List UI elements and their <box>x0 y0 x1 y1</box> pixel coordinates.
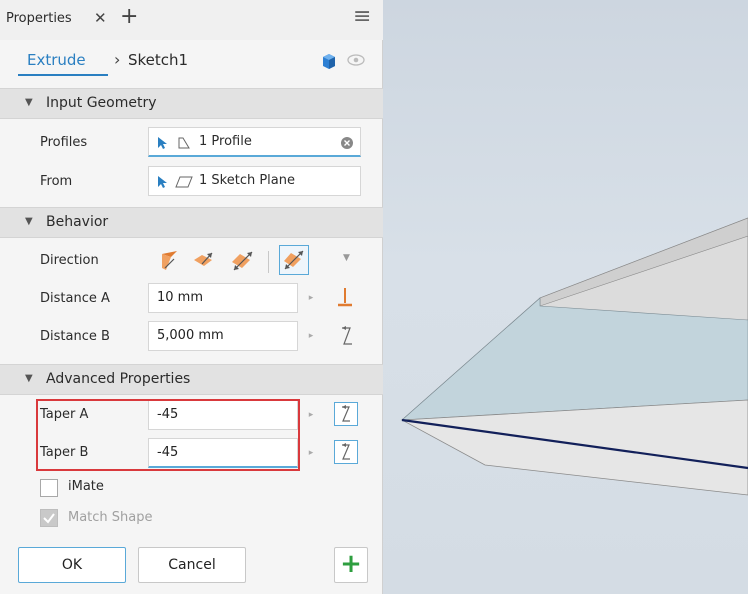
breadcrumb-sketch[interactable]: Sketch1 <box>128 51 188 69</box>
direction-symmetric-button[interactable] <box>228 246 258 276</box>
cancel-button[interactable]: Cancel <box>138 547 246 583</box>
distance-b-stepper[interactable]: ▸ <box>300 321 322 351</box>
panel-header: Properties ✕ + ≡ <box>0 0 383 40</box>
section-title: Advanced Properties <box>46 371 191 387</box>
close-tab-icon[interactable]: ✕ <box>94 9 107 27</box>
profiles-label: Profiles <box>40 135 88 150</box>
select-cursor-icon <box>158 176 167 188</box>
distance-a-value: 10 mm <box>157 290 204 305</box>
imate-checkbox[interactable] <box>40 479 58 497</box>
taper-a-stepper[interactable]: ▸ <box>300 400 322 430</box>
taper-b-stepper[interactable]: ▸ <box>300 438 322 468</box>
direction-divider <box>268 251 269 273</box>
section-advanced-properties[interactable]: ▼ Advanced Properties <box>0 364 383 395</box>
taper-a-flip-button[interactable] <box>334 402 358 426</box>
collapse-triangle-icon: ▼ <box>25 373 33 384</box>
match-shape-checkbox <box>40 509 58 527</box>
menu-icon[interactable]: ≡ <box>353 4 371 29</box>
distance-a-to-face-icon[interactable] <box>335 286 355 310</box>
collapse-triangle-icon: ▼ <box>25 97 33 108</box>
breadcrumb-extrude-link[interactable]: Extrude <box>27 51 86 69</box>
section-input-geometry[interactable]: ▼ Input Geometry <box>0 88 383 119</box>
direction-default-button[interactable] <box>157 246 187 276</box>
visibility-eye-icon[interactable] <box>347 53 365 67</box>
profile-icon <box>178 137 190 149</box>
direction-asymmetric-button[interactable] <box>279 245 309 275</box>
apply-plus-button[interactable]: + <box>334 547 368 583</box>
extrude-preview-geometry <box>400 217 748 496</box>
from-value: 1 Sketch Plane <box>199 173 295 188</box>
select-cursor-icon <box>158 137 167 149</box>
solid-body-icon[interactable] <box>320 52 338 70</box>
clear-selection-icon[interactable] <box>340 136 354 150</box>
breadcrumb-underline <box>18 74 108 76</box>
direction-dropdown-icon[interactable]: ▼ <box>343 253 350 263</box>
model-viewport[interactable] <box>383 0 748 594</box>
distance-a-input[interactable]: 10 mm <box>148 283 298 313</box>
direction-label: Direction <box>40 253 99 268</box>
section-title: Input Geometry <box>46 95 157 111</box>
section-title: Behavior <box>46 214 109 230</box>
breadcrumb-separator: › <box>114 50 121 69</box>
taper-b-flip-button[interactable] <box>334 440 358 464</box>
from-label: From <box>40 174 73 189</box>
from-selector[interactable]: 1 Sketch Plane <box>148 166 361 196</box>
checkmark-icon <box>43 513 55 524</box>
profiles-selector[interactable]: 1 Profile <box>148 127 361 157</box>
imate-label[interactable]: iMate <box>68 479 104 494</box>
collapse-triangle-icon: ▼ <box>25 216 33 227</box>
ok-button[interactable]: OK <box>18 547 126 583</box>
front-face <box>401 297 748 421</box>
breadcrumb: Extrude › Sketch1 <box>0 40 383 84</box>
distance-b-value: 5,000 mm <box>157 328 224 343</box>
section-behavior[interactable]: ▼ Behavior <box>0 207 383 238</box>
distance-b-flip-icon[interactable] <box>336 325 356 347</box>
profiles-value: 1 Profile <box>199 134 252 149</box>
match-shape-label: Match Shape <box>68 510 153 525</box>
distance-b-input[interactable]: 5,000 mm <box>148 321 298 351</box>
distance-b-label: Distance B <box>40 329 110 344</box>
direction-flipped-button[interactable] <box>190 246 220 276</box>
properties-tab-label[interactable]: Properties <box>6 11 72 26</box>
distance-a-label: Distance A <box>40 291 110 306</box>
add-tab-icon[interactable]: + <box>120 4 138 29</box>
sketch-plane-icon <box>175 176 193 188</box>
plus-icon: + <box>340 549 362 579</box>
properties-panel: Properties ✕ + ≡ Extrude › Sketch1 ▼ Inp… <box>0 0 383 594</box>
highlight-annotation-box <box>36 399 300 471</box>
distance-a-stepper[interactable]: ▸ <box>300 283 322 313</box>
